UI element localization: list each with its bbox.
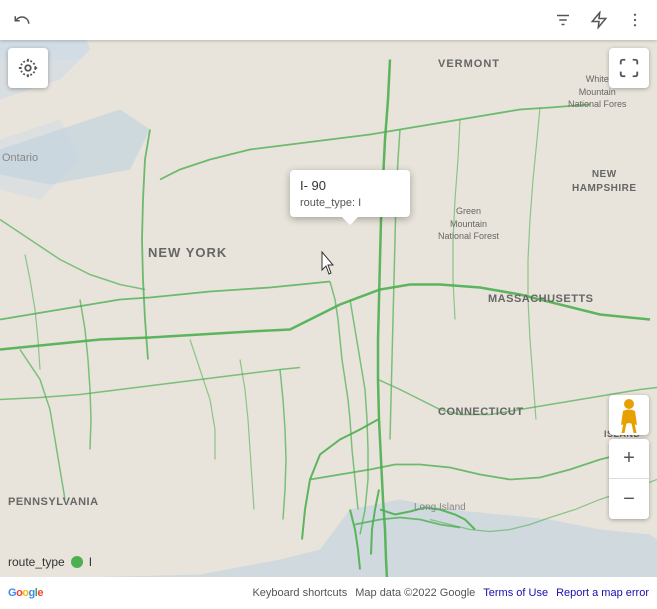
lightning-icon[interactable] — [585, 6, 613, 34]
zoom-in-button[interactable]: + — [609, 439, 649, 479]
bottom-links: Keyboard shortcuts Map data ©2022 Google… — [252, 587, 649, 599]
legend-label: route_type — [8, 555, 65, 569]
filter-icon[interactable] — [549, 6, 577, 34]
street-view-button[interactable] — [609, 395, 649, 435]
route-popup: I- 90 route_type: I — [290, 170, 410, 217]
undo-button[interactable] — [8, 6, 36, 34]
legend-color-dot — [71, 556, 83, 568]
fullscreen-button[interactable] — [609, 48, 649, 88]
more-menu-icon[interactable] — [621, 6, 649, 34]
map-controls: + − — [609, 395, 649, 519]
terms-link[interactable]: Terms of Use — [483, 587, 548, 599]
legend: route_type I — [8, 555, 92, 569]
location-button[interactable] — [8, 48, 48, 88]
keyboard-shortcuts-link[interactable]: Keyboard shortcuts — [252, 587, 347, 599]
popup-title: I- 90 — [300, 178, 400, 193]
bottom-bar: Google Keyboard shortcuts Map data ©2022… — [0, 577, 657, 609]
google-logo: Google — [8, 587, 43, 599]
top-toolbar — [0, 0, 657, 40]
report-link[interactable]: Report a map error — [556, 587, 649, 599]
legend-value: I — [89, 555, 92, 569]
zoom-out-button[interactable]: − — [609, 479, 649, 519]
popup-detail: route_type: I — [300, 197, 400, 209]
map-container[interactable]: VERMONT NEW YORK NEWHAMPSHIRE MASSACHUSE… — [0, 0, 657, 609]
map-data-text: Map data ©2022 Google — [355, 587, 475, 599]
zoom-controls: + − — [609, 439, 649, 519]
